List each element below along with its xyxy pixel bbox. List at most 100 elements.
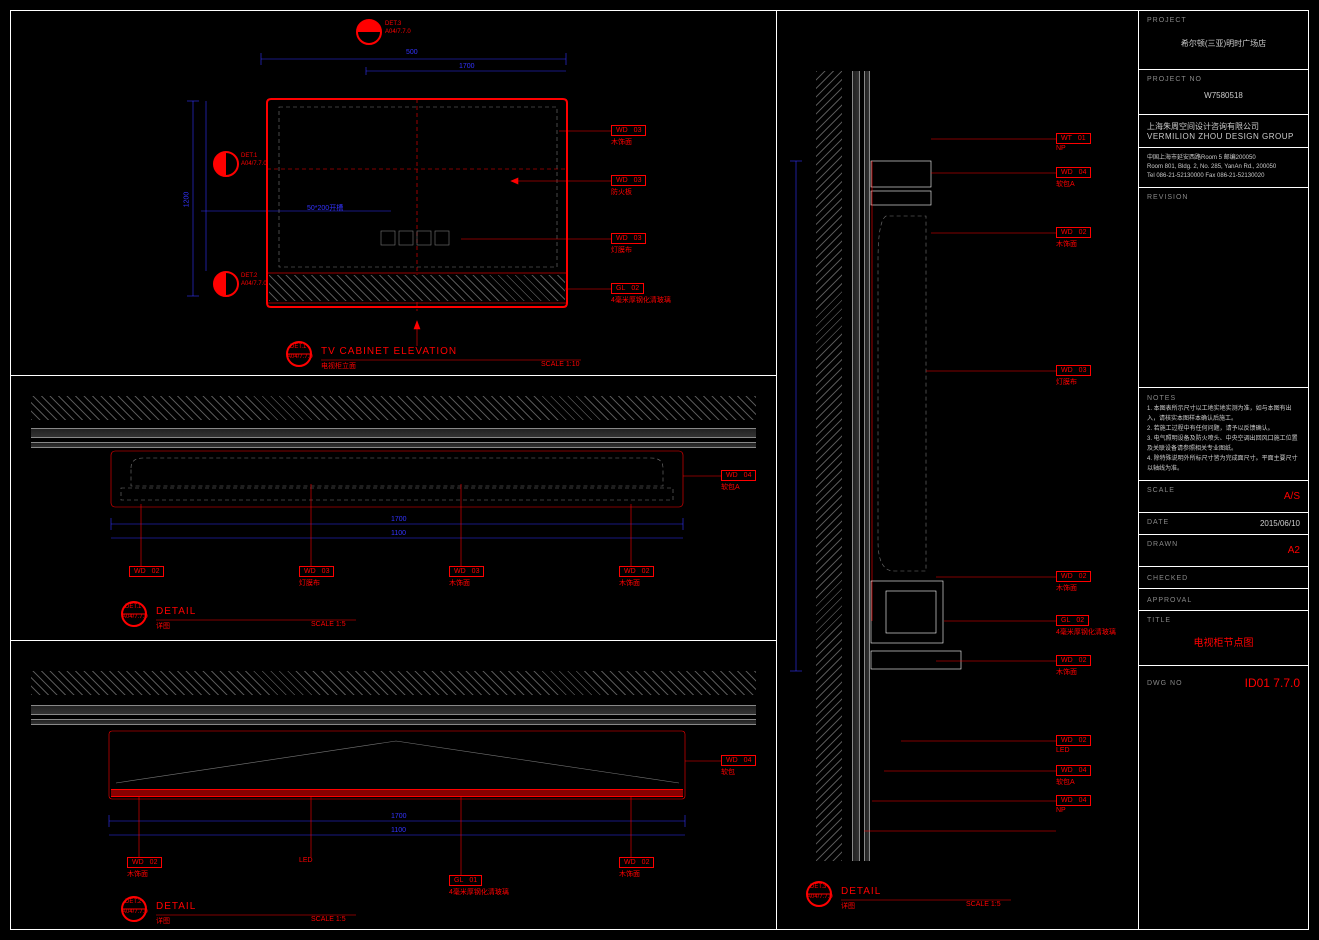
marker-l2-t: DET.2 [241, 273, 257, 280]
tag-c1s: 软包 [721, 767, 735, 777]
checked-label: CHECKED [1147, 575, 1188, 582]
tag-d1: WT01 [1056, 133, 1091, 144]
tag-d6s: 4毫米厚钢化清玻璃 [1056, 627, 1116, 637]
tag-b2: WD03 [299, 566, 334, 577]
view2: 1700 1100 WD02 WD03灯膜布 WD03木饰面 WD02木饰面 W… [11, 376, 776, 641]
tag-d9: WD04 [1056, 765, 1091, 776]
v3-led: LED [299, 857, 313, 864]
dwg-no: ID01 7.7.0 [1245, 672, 1300, 694]
tag-c1: WD04 [721, 755, 756, 766]
tag-d2: WD04 [1056, 167, 1091, 178]
view1-svg [11, 11, 776, 376]
date-val: 2015/06/10 [1260, 519, 1300, 528]
projectno-label: PROJECT NO [1147, 76, 1300, 83]
tel: Tel 086-21-52130000 Fax 086-21-52130020 [1147, 172, 1300, 181]
tag-d2s: 软包A [1056, 179, 1075, 189]
firm-en: VERMILION ZHOU DESIGN GROUP [1147, 132, 1300, 141]
date-label: DATE [1147, 519, 1169, 528]
tag-b5: WD02 [129, 566, 164, 577]
view4: WT01NP WD04软包A WD02木饰面 WD03灯膜布 WD02木饰面 G… [776, 11, 1136, 931]
tag-c3s: 4毫米厚钢化清玻璃 [449, 887, 509, 897]
v2-ref: A04/7.7.0 [122, 614, 148, 621]
tag-a3s: 灯膜布 [611, 245, 632, 255]
project-no: W7580518 [1147, 83, 1300, 108]
note1: 1. 本图表所示尺寸以工地实地实测为准，如与本图有出入，请核实本图样本确认后施工… [1147, 404, 1300, 424]
v3-mid: 1700 [391, 813, 407, 820]
tag-d8s: LED [1056, 747, 1070, 754]
v3-mk: DET.2 [125, 899, 141, 906]
v3-scale: SCALE 1:5 [311, 916, 346, 923]
marker-l1-r: A04/7.7.0 [241, 161, 267, 168]
tag-d3: WD02 [1056, 227, 1091, 238]
v4-ref: A04/7.7.0 [807, 894, 833, 901]
revision-label: REVISION [1147, 194, 1300, 201]
dim-w1: 500 [406, 49, 418, 56]
tag-c2s: 木饰面 [127, 869, 148, 879]
tag-b1s: 软包A [721, 482, 740, 492]
drawing-title: 电视柜节点图 [1147, 624, 1300, 659]
tag-b3s: 木饰面 [449, 578, 470, 588]
view3: 1700 1100 WD04软包 WD02木饰面 GL014毫米厚钢化清玻璃 W… [11, 641, 776, 931]
addr2: Room 801, Bldg. 2, No. 285, YanAn Rd., 2… [1147, 163, 1300, 172]
tag-c2: WD02 [127, 857, 162, 868]
v4-sub: 详图 [841, 901, 855, 911]
tag-d7s: 木饰面 [1056, 667, 1077, 677]
note4: 4. 除特殊说明外所标尺寸皆为完成面尺寸。平面主要尺寸以轴线为准。 [1147, 454, 1300, 474]
tag-d5s: 木饰面 [1056, 583, 1077, 593]
tag-d3s: 木饰面 [1056, 239, 1077, 249]
v2-sub: 详图 [156, 621, 170, 631]
tag-a1: WD03 [611, 125, 646, 136]
marker-l1-t: DET.1 [241, 153, 257, 160]
title-block: PROJECT 希尔顿(三亚)明时广场店 PROJECT NO W7580518… [1138, 11, 1308, 929]
tag-d5: WD02 [1056, 571, 1091, 582]
v2-title: DETAIL [156, 606, 196, 617]
tag-c3: GL01 [449, 875, 482, 886]
notes-label: NOTES [1147, 394, 1300, 404]
tag-b2s: 灯膜布 [299, 578, 320, 588]
tag-b4: WD02 [619, 566, 654, 577]
scale-val: A/S [1284, 487, 1300, 506]
tag-d7: WD02 [1056, 655, 1091, 666]
view1: 500 1700 1200 50*200开槽 DET.3 A04/7.7.0 D… [11, 11, 776, 376]
v1-scale: SCALE 1:10 [541, 361, 580, 368]
project-name: 希尔顿(三亚)明时广场店 [1147, 24, 1300, 63]
v2-mk: DET.1 [125, 604, 141, 611]
v2-mid: 1700 [391, 516, 407, 523]
v3-title: DETAIL [156, 901, 196, 912]
dim-h2: 1200 [183, 192, 190, 208]
tag-d10s: NP [1056, 807, 1066, 814]
marker-top [356, 19, 382, 45]
v2-side: 1100 [391, 530, 406, 537]
tag-a1s: 木饰面 [611, 137, 632, 147]
v3-sub: 详图 [156, 916, 170, 926]
note2: 2. 若施工过程中有任何问题，请予以反馈确认。 [1147, 424, 1300, 434]
tag-a4s: 4毫米厚钢化清玻璃 [611, 295, 671, 305]
dwgno-label: DWG NO [1147, 680, 1183, 687]
tag-b3: WD03 [449, 566, 484, 577]
marker-left2 [213, 271, 239, 297]
v2-scale: SCALE 1:5 [311, 621, 346, 628]
dim-slot: 50*200开槽 [307, 203, 343, 213]
tag-d1s: NP [1056, 145, 1066, 152]
tag-d9s: 软包A [1056, 777, 1075, 787]
tag-a2s: 防火板 [611, 187, 632, 197]
drawn-label: DRAWN [1147, 541, 1178, 560]
firm-cn: 上海朱周空间设计咨询有限公司 [1147, 121, 1300, 132]
addr1: 中国上海市延安西路Room 5 邮编200050 [1147, 154, 1300, 163]
scale-label: SCALE [1147, 487, 1175, 506]
v1-title: TV CABINET ELEVATION [321, 346, 457, 357]
tag-a4: GL02 [611, 283, 644, 294]
tag-b4s: 木饰面 [619, 578, 640, 588]
tag-c4s: 木饰面 [619, 869, 640, 879]
hatch-base [269, 275, 565, 301]
drawn-val: A2 [1288, 541, 1300, 560]
dim-w2: 1700 [459, 63, 475, 70]
v3-side: 1100 [391, 827, 406, 834]
v3-svg [11, 641, 776, 931]
tag-c4: WD02 [619, 857, 654, 868]
tag-a2: WD03 [611, 175, 646, 186]
tag-d8: WD02 [1056, 735, 1091, 746]
v4-scale: SCALE 1:5 [966, 901, 1001, 908]
note3: 3. 电气照明设备及防火喷头、中央空调出回风口施工位置及关联设备请参照相关专业图… [1147, 434, 1300, 454]
approval-label: APPROVAL [1147, 597, 1192, 604]
